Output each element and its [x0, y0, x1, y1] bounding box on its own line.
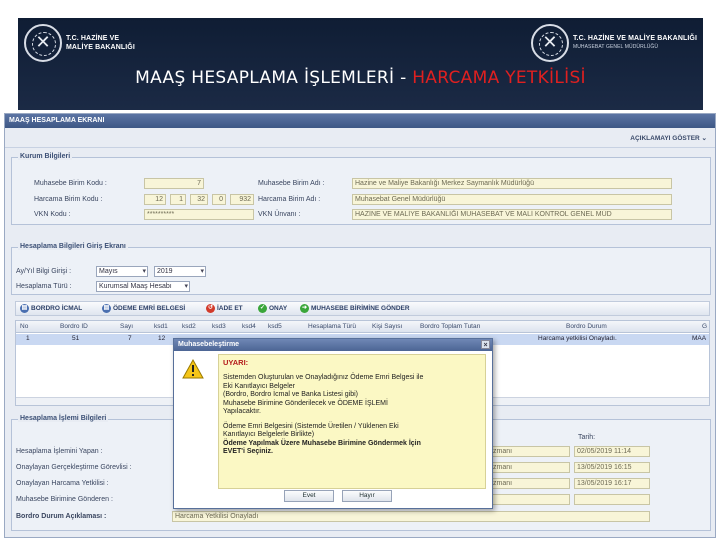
- onay-button[interactable]: ✓ ONAY: [258, 304, 287, 313]
- harcama-birim-adi-field[interactable]: Muhasebat Genel Müdürlüğü: [352, 194, 672, 205]
- islem-row-label: Muhasebe Birimine Gönderen :: [16, 496, 113, 503]
- grid-header: No Bordro ID Sayı ksd1 ksd2 ksd3 ksd4 ks…: [16, 321, 709, 333]
- islem-date-field[interactable]: 02/05/2019 11:14: [574, 446, 650, 457]
- harcama-birim-adi-label: Harcama Birim Adı :: [258, 196, 321, 203]
- app-header: MAAŞ HESAPLAMA EKRANI: [5, 114, 715, 128]
- bordro-durum-label: Bordro Durum Açıklaması :: [16, 513, 107, 520]
- logo-right-sub: MUHASEBAT GENEL MÜDÜRLÜĞÜ: [572, 44, 659, 50]
- vkn-unvani-label: VKN Ünvanı :: [258, 211, 301, 218]
- bordro-icmal-button[interactable]: ▤ BORDRO İCMAL: [20, 304, 82, 313]
- vkn-kodu-field[interactable]: **********: [144, 209, 254, 220]
- check-icon: ✓: [258, 304, 267, 313]
- islem-row-label: Hesaplama İşlemini Yapan :: [16, 448, 103, 455]
- islem-name-field[interactable]: zmanı: [490, 446, 570, 457]
- bordro-durum-field[interactable]: Harcama Yetkilisi Onayladı: [172, 511, 650, 522]
- app-window: MAAŞ HESAPLAMA EKRANI AÇIKLAMAYI GÖSTER …: [4, 113, 716, 538]
- islem-date-field[interactable]: [574, 494, 650, 505]
- yes-button[interactable]: Evet: [284, 490, 334, 502]
- col-header[interactable]: ksd3: [212, 323, 226, 330]
- warning-icon: [182, 359, 204, 379]
- warning-title: UYARI:: [223, 358, 249, 367]
- logo-left-line1: T.C. HAZİNE VE: [66, 35, 120, 42]
- col-header[interactable]: ksd4: [242, 323, 256, 330]
- muhasebe-birim-kodu-field[interactable]: 7: [144, 178, 204, 189]
- islem-row-label: Onaylayan Harcama Yetkilisi :: [16, 480, 109, 487]
- logo-left: T.C. HAZİNE VE MALİYE BAKANLIĞI: [24, 24, 135, 62]
- chevron-down-icon: ⌄: [701, 135, 707, 142]
- col-header[interactable]: Kişi Sayısı: [372, 323, 402, 330]
- logo-right: T.C. HAZİNE VE MALİYE BAKANLIĞI MUHASEBA…: [530, 24, 697, 62]
- title-banner: T.C. HAZİNE VE MALİYE BAKANLIĞI T.C. HAZ…: [18, 18, 703, 110]
- hesaplama-turu-select[interactable]: Kurumsal Maaş Hesabı: [96, 281, 190, 292]
- islem-title: Hesaplama İşlemi Bilgileri: [18, 415, 109, 422]
- logo-left-line2: MALİYE BAKANLIĞI: [66, 44, 135, 51]
- hesaplama-title: Hesaplama Bilgileri Giriş Ekranı: [18, 243, 128, 250]
- harcama-code-part-1[interactable]: 12: [144, 194, 166, 205]
- vkn-kodu-label: VKN Kodu :: [34, 211, 71, 218]
- harcama-code-part-2[interactable]: 1: [170, 194, 186, 205]
- islem-date-field[interactable]: 13/05/2019 16:15: [574, 462, 650, 473]
- page-title-accent: HARCAMA YETKİLİSİ: [412, 68, 586, 88]
- hesaplama-turu-label: Hesaplama Türü :: [16, 283, 72, 290]
- harcama-code-part-5[interactable]: 932: [230, 194, 254, 205]
- tarih-label: Tarih:: [578, 434, 596, 441]
- col-header[interactable]: No: [20, 323, 28, 330]
- vkn-unvani-field[interactable]: HAZİNE VE MALİYE BAKANLIĞI MUHASEBAT VE …: [352, 209, 672, 220]
- no-button[interactable]: Hayır: [342, 490, 392, 502]
- page-title: MAAŞ HESAPLAMA İŞLEMLERİ - HARCAMA YETKİ…: [135, 68, 586, 88]
- harcama-code-part-4[interactable]: 0: [212, 194, 226, 205]
- muhasebelestirme-dialog: Muhasebeleştirme × UYARI: Sistemden Oluş…: [173, 338, 493, 509]
- send-icon: ➜: [300, 304, 309, 313]
- harcama-birim-kodu-label: Harcama Birim Kodu :: [34, 196, 103, 203]
- ministry-emblem-icon: [530, 24, 569, 62]
- dialog-title: Muhasebeleştirme ×: [174, 339, 492, 351]
- warning-message-1: Sistemden Oluşturulan ve Onayladığınız Ö…: [223, 374, 424, 415]
- harcama-code-part-3[interactable]: 32: [190, 194, 208, 205]
- logo-right-title: T.C. HAZİNE VE MALİYE BAKANLIĞI: [572, 35, 697, 42]
- muhasebe-gonder-button[interactable]: ➜ MUHASEBE BİRİMİNE GÖNDER: [300, 304, 410, 313]
- warning-panel: UYARI: Sistemden Oluşturulan ve Onayladı…: [218, 354, 486, 489]
- odeme-emri-button[interactable]: ▤ ÖDEME EMRİ BELGESİ: [102, 304, 185, 313]
- document-icon: ▤: [102, 304, 111, 313]
- muhasebe-birim-adi-label: Muhasebe Birim Adı :: [258, 180, 325, 187]
- action-toolbar: ▤ BORDRO İCMAL ▤ ÖDEME EMRİ BELGESİ ↺ İADE …: [15, 301, 710, 316]
- col-header[interactable]: G: [702, 323, 707, 330]
- col-header[interactable]: ksd2: [182, 323, 196, 330]
- col-header[interactable]: Bordro Durum: [566, 323, 607, 330]
- col-header[interactable]: Hesaplama Türü: [308, 323, 356, 330]
- warning-message-2: Ödeme Emri Belgesini (Sistemde Üretilen …: [223, 422, 421, 456]
- col-header[interactable]: ksd1: [154, 323, 168, 330]
- muhasebe-birim-kodu-label: Muhasebe Birim Kodu :: [34, 180, 107, 187]
- islem-row-label: Onaylayan Gerçekleştirme Görevlisi :: [16, 464, 132, 471]
- col-header[interactable]: Sayı: [120, 323, 133, 330]
- document-icon: ▤: [20, 304, 29, 313]
- col-header[interactable]: Bordro Toplam Tutarı: [420, 323, 481, 330]
- islem-name-field[interactable]: zmanı: [490, 478, 570, 489]
- col-header[interactable]: Bordro ID: [60, 323, 88, 330]
- islem-date-field[interactable]: 13/05/2019 16:17: [574, 478, 650, 489]
- month-select[interactable]: Mayıs: [96, 266, 148, 277]
- show-description-button[interactable]: AÇIKLAMAYI GÖSTER ⌄: [630, 134, 707, 142]
- return-icon: ↺: [206, 304, 215, 313]
- close-icon[interactable]: ×: [481, 340, 490, 349]
- col-header[interactable]: ksd5: [268, 323, 282, 330]
- hesaplama-fieldset: Hesaplama Bilgileri Giriş Ekranı Ay/Yıl …: [11, 243, 711, 295]
- kurum-title: Kurum Bilgileri: [18, 153, 73, 160]
- slide: T.C. HAZİNE VE MALİYE BAKANLIĞI T.C. HAZ…: [0, 0, 720, 540]
- ministry-emblem-icon: [24, 24, 62, 62]
- muhasebe-birim-adi-field[interactable]: Hazine ve Maliye Bakanlığı Merkez Sayman…: [352, 178, 672, 189]
- year-select[interactable]: 2019: [154, 266, 206, 277]
- iade-et-button[interactable]: ↺ İADE ET: [206, 304, 243, 313]
- islem-name-field[interactable]: zmanı: [490, 462, 570, 473]
- islem-name-field[interactable]: [490, 494, 570, 505]
- kurum-fieldset: Kurum Bilgileri Muhasebe Birim Kodu : 7 …: [11, 153, 711, 225]
- ay-yil-label: Ay/Yıl Bilgi Girişi :: [16, 268, 72, 275]
